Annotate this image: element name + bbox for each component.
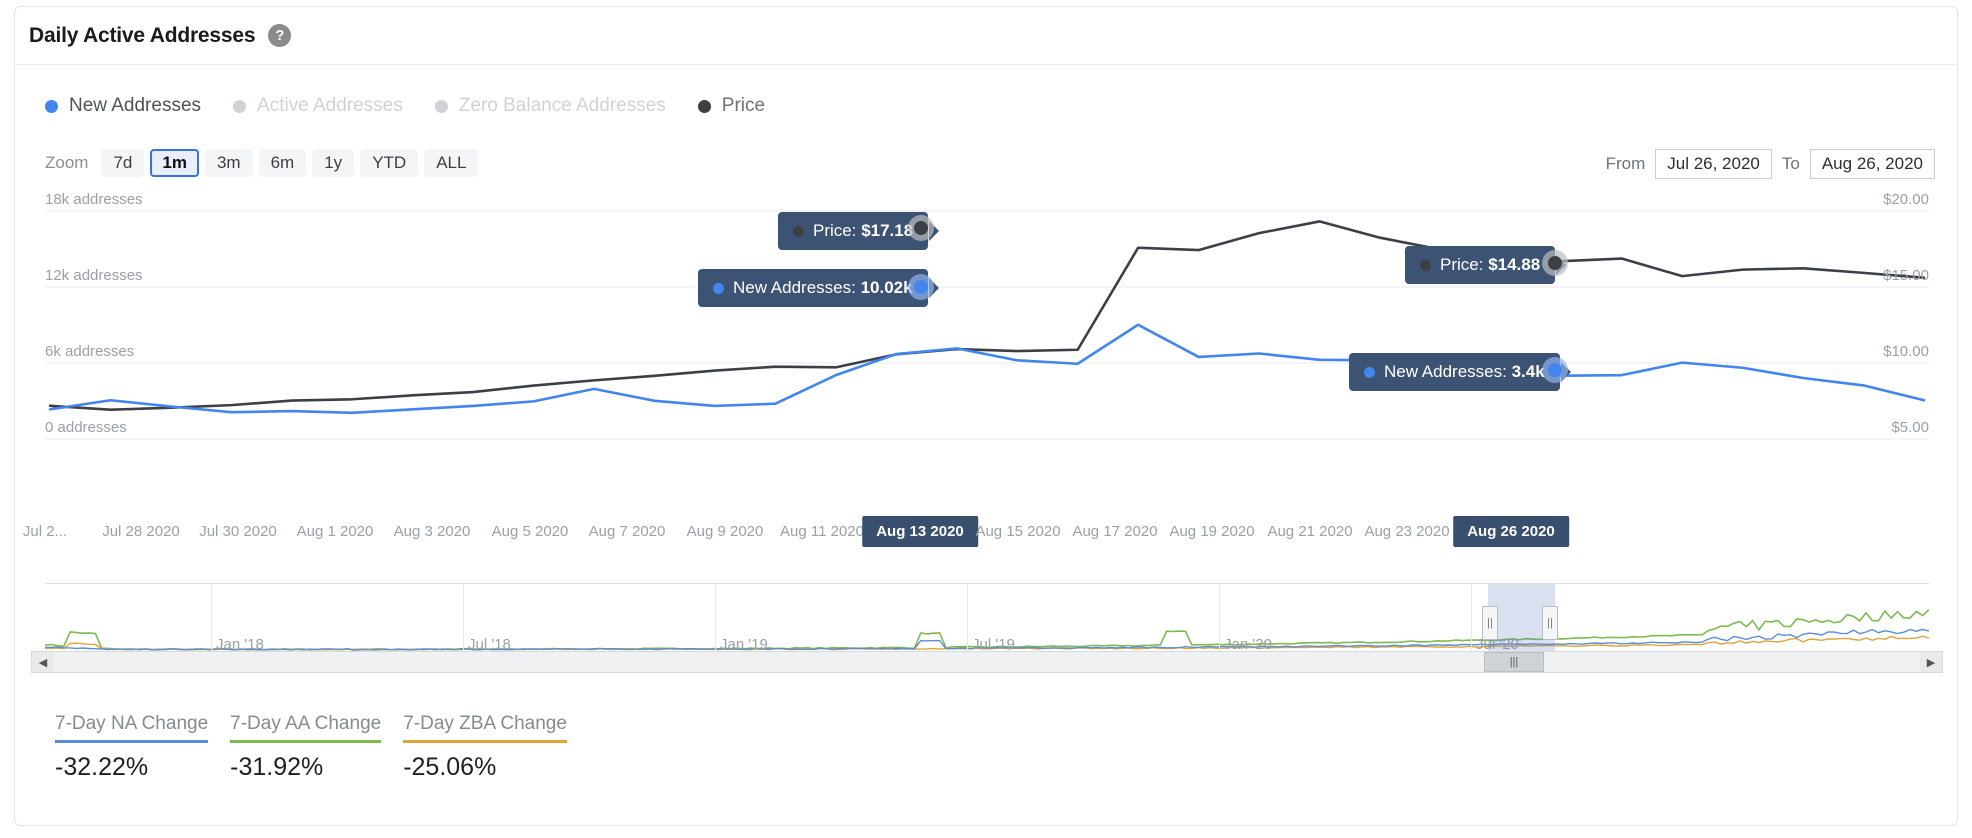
x-axis-tick: Aug 19 2020 <box>1169 523 1254 540</box>
chart-svg <box>45 203 1929 513</box>
zoom-button-6m[interactable]: 6m <box>259 149 307 177</box>
stat-underline <box>403 740 567 743</box>
zoom-button-7d[interactable]: 7d <box>101 149 144 177</box>
navigator-scrollbar[interactable]: ◀ ▶ ||| <box>31 651 1943 673</box>
to-date-input[interactable]: Aug 26, 2020 <box>1810 149 1935 179</box>
navigator-gridline <box>1219 584 1220 657</box>
x-axis-tick: Aug 11 2020 <box>780 523 864 540</box>
question-mark-icon[interactable]: ? <box>268 24 291 47</box>
zoom-button-group: Zoom 7d1m3m6m1yYTDALL <box>45 149 478 177</box>
navigator-handle-right[interactable]: || <box>1542 606 1558 640</box>
x-axis-tick: Aug 17 2020 <box>1072 523 1157 540</box>
price-line <box>50 221 1924 409</box>
y-axis-tick-12k: 12k addresses <box>45 267 143 284</box>
y-axis-tick-0: 0 addresses <box>45 419 127 436</box>
navigator-gridline <box>967 584 968 657</box>
stat-block: 7-Day NA Change -32.22% <box>55 713 208 782</box>
scrollbar-thumb[interactable]: ||| <box>1484 652 1544 672</box>
stat-block: 7-Day ZBA Change -25.06% <box>403 713 567 782</box>
page-title: Daily Active Addresses <box>29 24 255 48</box>
caret-left-icon[interactable]: ◀ <box>32 652 54 672</box>
x-axis-tick-highlighted: Aug 26 2020 <box>1453 516 1569 547</box>
zoom-button-3m[interactable]: 3m <box>205 149 253 177</box>
x-axis-tick: Aug 5 2020 <box>492 523 569 540</box>
zoom-button-1m[interactable]: 1m <box>150 149 199 177</box>
legend-item-label: Zero Balance Addresses <box>459 95 666 117</box>
navigator-gridline <box>211 584 212 657</box>
x-axis-tick: Aug 7 2020 <box>589 523 666 540</box>
chart-plot-area[interactable]: 18k addresses 12k addresses 6k addresses… <box>45 203 1929 513</box>
from-date-input[interactable]: Jul 26, 2020 <box>1655 149 1772 179</box>
x-axis-tick: Aug 21 2020 <box>1267 523 1352 540</box>
legend-item-active-addresses[interactable]: Active Addresses <box>233 95 403 117</box>
stat-value: -25.06% <box>403 753 567 782</box>
x-axis-tick: Aug 9 2020 <box>687 523 764 540</box>
stat-underline <box>230 740 381 743</box>
y-axis-tick-6k: 6k addresses <box>45 343 134 360</box>
stat-block: 7-Day AA Change -31.92% <box>230 713 381 782</box>
legend-item-label: Price <box>722 95 765 117</box>
navigator-gridline <box>463 584 464 657</box>
chart-legend: New Addresses Active Addresses Zero Balanc… <box>45 95 765 117</box>
zoom-button-all[interactable]: ALL <box>424 149 478 177</box>
y2-axis-tick-20: $20.00 <box>1883 191 1929 208</box>
stat-underline <box>55 740 208 743</box>
zoom-label: Zoom <box>45 153 88 173</box>
x-axis-tick: Aug 3 2020 <box>394 523 471 540</box>
x-axis-tick: Jul 28 2020 <box>102 523 180 540</box>
gridlines <box>45 211 1929 439</box>
navigator-gridline <box>1471 584 1472 657</box>
x-axis-tick: Aug 1 2020 <box>297 523 374 540</box>
range-navigator[interactable]: Jan '18Jul '18Jan '19Jul '19Jan '20Jul '… <box>45 583 1929 657</box>
legend-item-price[interactable]: Price <box>698 95 765 117</box>
y-axis-tick-18k: 18k addresses <box>45 191 143 208</box>
zoom-button-1y[interactable]: 1y <box>312 149 354 177</box>
legend-dot-icon <box>45 100 58 113</box>
legend-dot-icon <box>233 100 246 113</box>
stat-label: 7-Day NA Change <box>55 713 208 740</box>
stat-value: -32.22% <box>55 753 208 782</box>
stat-value: -31.92% <box>230 753 381 782</box>
x-axis-tick: Aug 23 2020 <box>1364 523 1449 540</box>
card-header: Daily Active Addresses ? <box>15 7 1957 65</box>
x-axis-tick-highlighted: Aug 13 2020 <box>862 516 978 547</box>
legend-item-label: New Addresses <box>69 95 201 117</box>
to-label: To <box>1782 154 1800 174</box>
date-range-group: From Jul 26, 2020 To Aug 26, 2020 <box>1606 149 1935 179</box>
legend-item-new-addresses[interactable]: New Addresses <box>45 95 201 117</box>
y2-axis-tick-5: $5.00 <box>1891 419 1929 436</box>
x-axis: Jul 2...Jul 28 2020Jul 30 2020Aug 1 2020… <box>45 523 1929 551</box>
caret-right-icon[interactable]: ▶ <box>1920 652 1942 672</box>
y2-axis-tick-10: $10.00 <box>1883 343 1929 360</box>
x-axis-tick: Aug 15 2020 <box>975 523 1060 540</box>
from-label: From <box>1606 154 1646 174</box>
legend-dot-icon <box>435 100 448 113</box>
zoom-button-ytd[interactable]: YTD <box>360 149 418 177</box>
legend-dot-icon <box>698 100 711 113</box>
stat-label: 7-Day AA Change <box>230 713 381 740</box>
legend-item-label: Active Addresses <box>257 95 403 117</box>
navigator-handle-left[interactable]: || <box>1482 606 1498 640</box>
page-root: Daily Active Addresses ? New Addresses Ac… <box>0 0 1972 838</box>
x-axis-tick: Jul 30 2020 <box>199 523 277 540</box>
chart-card: Daily Active Addresses ? New Addresses Ac… <box>14 6 1958 826</box>
navigator-gridline <box>715 584 716 657</box>
summary-stats: 7-Day NA Change -32.22% 7-Day AA Change -31… <box>55 713 567 782</box>
controls-row: Zoom 7d1m3m6m1yYTDALL From Jul 26, 2020 … <box>15 149 1957 179</box>
stat-label: 7-Day ZBA Change <box>403 713 567 740</box>
y2-axis-tick-15: $15.00 <box>1883 267 1929 284</box>
x-axis-tick: Jul 2... <box>23 523 67 540</box>
legend-item-zero-balance-addresses[interactable]: Zero Balance Addresses <box>435 95 666 117</box>
